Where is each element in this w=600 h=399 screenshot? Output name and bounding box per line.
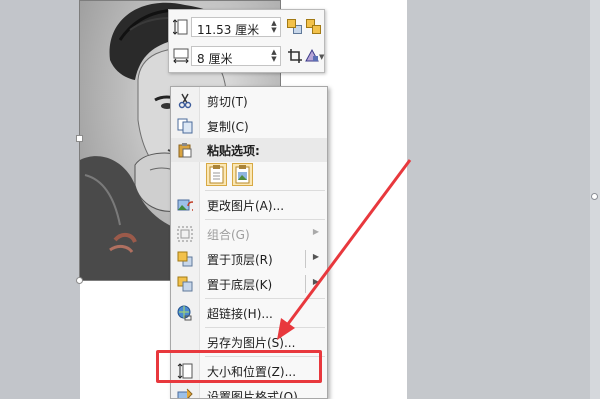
annotation-arrow (277, 159, 412, 340)
